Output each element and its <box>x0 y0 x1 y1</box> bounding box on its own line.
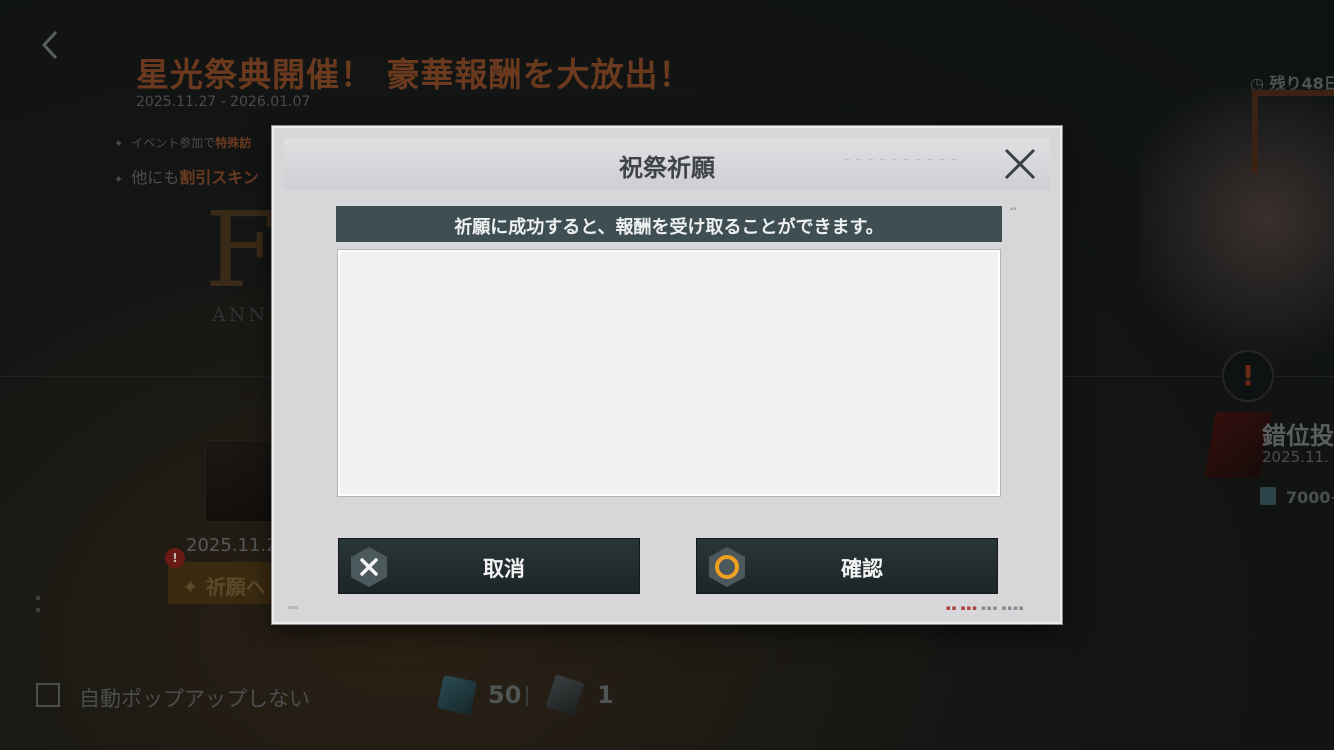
resource-separator <box>526 686 528 706</box>
pray-button[interactable]: ✦ 祈願へ <box>168 562 288 604</box>
ticket-count: 1 <box>597 681 614 709</box>
event-bullet-2: ✦ 他にも割引スキン <box>114 168 259 187</box>
back-arrow-icon[interactable] <box>36 28 66 62</box>
right-event-date: 2025.11. <box>1262 448 1329 466</box>
bullet-star-icon: ✦ <box>114 137 124 150</box>
instruction-text: 祈願に成功すると、報酬を受け取ることができます。 <box>454 217 884 238</box>
corner-mark <box>288 606 298 609</box>
event-title: 星光祭典開催！ 豪華報酬を大放出！ <box>136 55 693 94</box>
crystal-currency-icon <box>436 674 478 716</box>
dialog-title: 祝祭祈願 <box>619 154 715 182</box>
right-reward-count: 7000+ <box>1286 488 1334 507</box>
header-decoration: — — — — — — — — — — <box>844 156 960 163</box>
anniversary-logo-word: ANN <box>212 304 268 326</box>
confirm-button-label: 確認 <box>841 557 883 581</box>
close-icon[interactable] <box>1002 146 1038 182</box>
corner-decoration: ▪▪ <box>1010 206 1017 212</box>
event-bullet-1: ✦ イベント参加で特殊訪 <box>114 136 252 150</box>
auto-popup-checkbox[interactable] <box>36 683 60 707</box>
side-dots <box>36 596 40 600</box>
pray-button-label: ✦ 祈願へ <box>182 575 266 599</box>
crystal-count: 50 <box>488 681 522 709</box>
confirm-button[interactable]: 確認 <box>696 538 998 594</box>
bullet-star-icon: ✦ <box>114 173 124 186</box>
dialog-header: 祝祭祈願 — — — — — — — — — — <box>284 138 1050 190</box>
right-event-title: 錯位投 <box>1262 422 1334 450</box>
cancel-button-label: 取消 <box>483 557 525 581</box>
anniversary-logo-letter: F <box>205 189 278 311</box>
dialog-content-area <box>338 250 1000 496</box>
pray-dialog: 祝祭祈願 — — — — — — — — — — 祈願に成功すると、報酬を受け取… <box>272 126 1062 624</box>
instruction-bar: 祈願に成功すると、報酬を受け取ることができます。 <box>336 206 1002 242</box>
event-period: 2025.11.27 - 2026.01.07 <box>136 94 311 110</box>
cancel-button[interactable]: 取消 <box>338 538 640 594</box>
left-banner-date: 2025.11.2 <box>186 535 278 556</box>
alert-badge-icon: ! <box>165 548 185 568</box>
character-art-frame <box>1252 90 1334 174</box>
right-alert-icon: ! <box>1222 350 1274 402</box>
corner-code-decoration: ▪▪ ▪▪▪ ▪▪▪ ▪▪▪▪ <box>946 604 1025 612</box>
right-crystal-icon <box>1260 487 1276 505</box>
auto-popup-label: 自動ポップアップしない <box>79 687 310 711</box>
